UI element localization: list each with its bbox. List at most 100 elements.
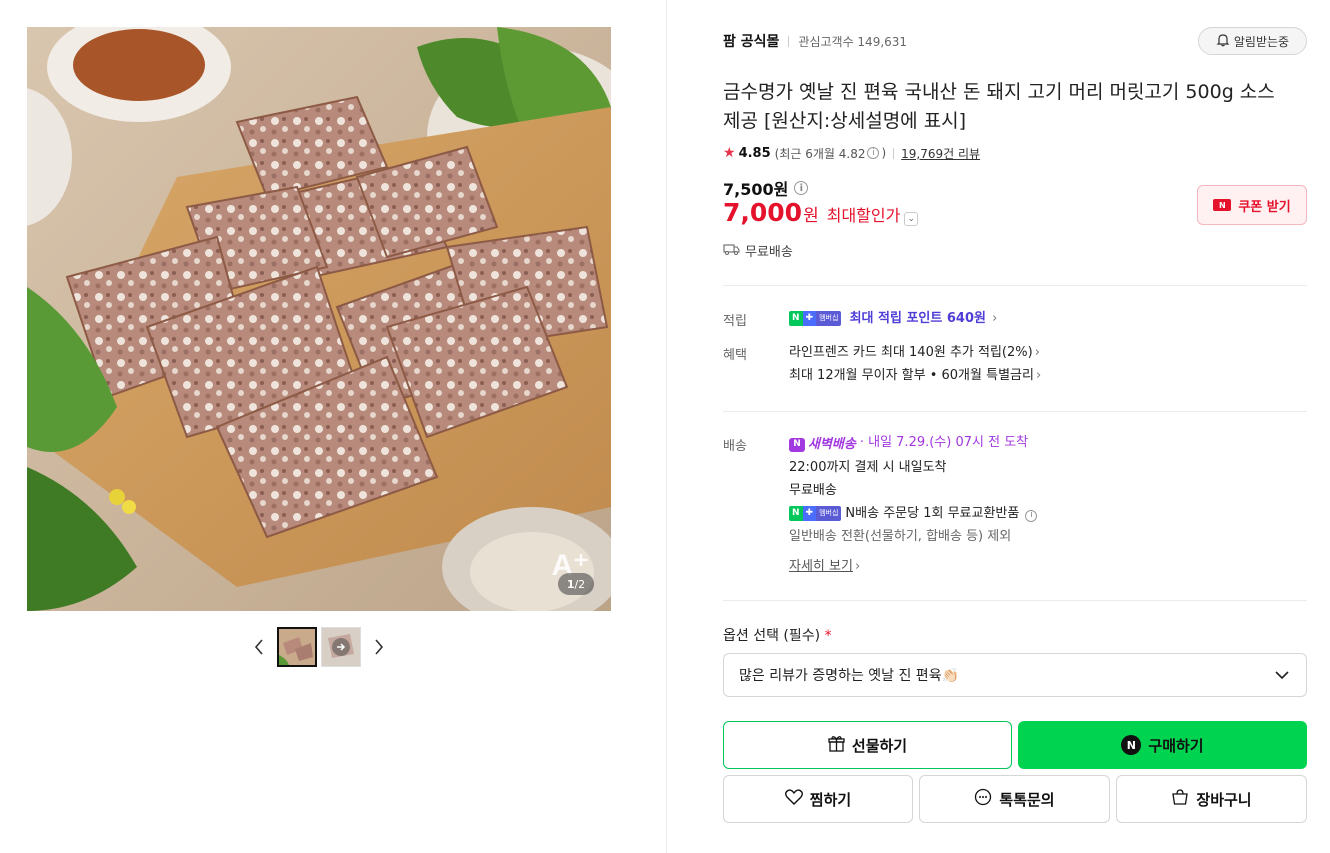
rating-summary: ★ 4.85 (최근 6개월 4.82 i ) 19,769건 리뷰 xyxy=(723,143,980,163)
chevron-right-icon: › xyxy=(1034,345,1040,360)
talktalk-label: 톡톡문의 xyxy=(999,790,1055,809)
max-discount-label[interactable]: 최대할인가 xyxy=(827,202,901,226)
shipping-summary: 무료배송 xyxy=(723,241,793,260)
delivery-detail-link[interactable]: 자세히 보기 xyxy=(789,559,853,574)
wishlist-label: 찜하기 xyxy=(809,790,852,809)
gift-label: 선물하기 xyxy=(851,736,908,755)
image-page-indicator: 1 /2 xyxy=(558,573,594,595)
truck-icon xyxy=(723,243,740,259)
points-label: 적립 xyxy=(723,314,747,329)
page-current: 1 xyxy=(566,577,575,591)
chevron-right-icon: › xyxy=(1035,368,1042,383)
membership-plus: ✚ xyxy=(802,506,817,521)
option-selected-value: 많은 리뷰가 증명하는 옛날 진 편육👏🏻 xyxy=(739,668,960,684)
cart-button[interactable]: 장바구니 xyxy=(1116,775,1307,823)
heart-icon xyxy=(784,789,803,809)
thumbnail-strip xyxy=(27,627,611,667)
star-icon: ★ xyxy=(723,145,736,161)
return-info-icon[interactable]: i xyxy=(1025,509,1038,522)
store-separator xyxy=(788,35,790,47)
product-main-image[interactable]: A⁺ 1 /2 xyxy=(27,27,611,611)
discount-chevron-down-icon[interactable]: ⌄ xyxy=(904,212,919,226)
delivery-detail-row: 자세히 보기 › xyxy=(789,555,1039,578)
delivery-label: 배송 xyxy=(723,439,747,454)
notification-label: 알림받는중 xyxy=(1233,34,1290,49)
free-shipping-text: 무료배송 xyxy=(745,245,793,260)
membership-n: N xyxy=(789,506,803,521)
card-benefit-link[interactable]: 라인프렌즈 카드 최대 140원 추가 적립(2%) › xyxy=(789,341,1041,364)
option-label-text: 옵션 선택 (필수) xyxy=(723,628,821,644)
thumbnail-2[interactable] xyxy=(321,627,361,667)
thumbnail-next-chevron-icon[interactable] xyxy=(369,637,389,657)
divider xyxy=(723,600,1307,601)
price-info-icon[interactable]: i xyxy=(794,181,809,195)
delivery-free: 무료배송 xyxy=(789,483,837,498)
product-title: 금수명가 옛날 진 편육 국내산 돈 돼지 고기 머리 머릿고기 500g 소스… xyxy=(723,81,1275,132)
buy-button[interactable]: N 구매하기 xyxy=(1018,721,1307,769)
membership-text: 멤버십 xyxy=(816,506,842,521)
thumbnail-prev-chevron-icon[interactable] xyxy=(249,637,269,657)
rating-score: 4.85 xyxy=(738,145,771,161)
gift-button[interactable]: 선물하기 xyxy=(723,721,1012,769)
chevron-right-icon: › xyxy=(854,559,861,574)
buy-label: 구매하기 xyxy=(1148,736,1204,755)
chevron-right-icon: › xyxy=(992,311,998,326)
delivery-exception: 일반배송 전환(선물하기, 합배송 등) 제외 xyxy=(789,529,1012,544)
rating-recent-suffix: ) xyxy=(881,146,887,160)
dawn-n-icon: N xyxy=(789,437,805,452)
free-return-row: N ✚ 멤버십 N배송 주문당 1회 무료교환반품 i xyxy=(789,502,1039,525)
required-mark: * xyxy=(824,628,832,644)
delivery-content: N 새벽배송 · 내일 7.29.(수) 07시 전 도착 22:00까지 결제 시… xyxy=(789,431,1039,578)
coupon-button[interactable]: N 쿠폰 받기 xyxy=(1197,185,1307,225)
rating-separator xyxy=(893,147,895,159)
installment-benefit-link[interactable]: 최대 12개월 무이자 할부 • 60개월 특별금리 › xyxy=(789,364,1041,387)
original-price: 7,500원 i xyxy=(723,176,810,200)
product-gallery: A⁺ 1 /2 xyxy=(27,27,611,667)
divider xyxy=(723,285,1307,286)
delivery-cutoff: 22:00까지 결제 시 내일도착 xyxy=(789,460,947,475)
benefit-label: 혜택 xyxy=(723,348,747,363)
thumbnail-1[interactable] xyxy=(277,627,317,667)
installment-benefit-text: 최대 12개월 무이자 할부 • 60개월 특별금리 xyxy=(789,368,1034,383)
dawn-badge-text: 새벽배송 xyxy=(808,437,856,452)
membership-n: N xyxy=(789,311,803,326)
store-fan-count: 관심고객수 149,631 xyxy=(798,34,908,49)
store-header: 팜 공식몰 관심고객수 149,631 알림받는중 xyxy=(723,27,1307,55)
free-return-text: N배송 주문당 1회 무료교환반품 xyxy=(845,506,1020,521)
gift-icon xyxy=(828,735,845,756)
shopping-bag-icon xyxy=(1171,788,1189,810)
store-name[interactable]: 팜 공식몰 xyxy=(723,31,779,51)
wishlist-button[interactable]: 찜하기 xyxy=(723,775,913,823)
max-points-link[interactable]: 최대 적립 포인트 640원 xyxy=(850,311,986,326)
dawn-delivery-badge: N 새벽배송 xyxy=(789,433,856,456)
notification-button[interactable]: 알림받는중 xyxy=(1198,27,1307,55)
review-count-link[interactable]: 19,769건 리뷰 xyxy=(901,145,980,162)
dawn-eta: · 내일 7.29.(수) 07시 전 도착 xyxy=(859,435,1029,450)
points-content: N ✚ 멤버십 최대 적립 포인트 640원 › xyxy=(789,307,997,330)
chat-bubble-icon xyxy=(974,788,992,810)
naver-membership-badge: N ✚ 멤버십 xyxy=(789,506,842,521)
benefit-content: 라인프렌즈 카드 최대 140원 추가 적립(2%) › 최대 12개월 무이자 … xyxy=(789,341,1041,387)
sale-price-unit: 원 xyxy=(803,206,819,226)
talktalk-inquiry-button[interactable]: 톡톡문의 xyxy=(919,775,1110,823)
rating-recent-prefix: (최근 6개월 4.82 xyxy=(774,146,866,161)
sale-price-row: 7,000 원 최대할인가 ⌄ xyxy=(723,198,919,227)
membership-text: 멤버십 xyxy=(816,311,842,326)
membership-plus: ✚ xyxy=(802,311,817,326)
option-label: 옵션 선택 (필수) * xyxy=(723,625,832,645)
original-price-value: 7,500원 xyxy=(723,180,789,199)
option-select[interactable]: 많은 리뷰가 증명하는 옛날 진 편육👏🏻 xyxy=(723,653,1307,697)
pyeonyuk-photo xyxy=(27,27,611,611)
coupon-label: 쿠폰 받기 xyxy=(1238,199,1291,215)
panel-divider xyxy=(666,0,667,853)
card-benefit-text: 라인프렌즈 카드 최대 140원 추가 적립(2%) xyxy=(789,345,1033,360)
naver-pay-icon: N xyxy=(1121,735,1142,755)
divider xyxy=(723,411,1307,412)
dawn-delivery-row: N 새벽배송 · 내일 7.29.(수) 07시 전 도착 xyxy=(789,431,1039,456)
bell-icon xyxy=(1216,33,1230,50)
naver-coupon-icon: N xyxy=(1213,199,1232,211)
rating-info-icon[interactable]: i xyxy=(867,147,880,159)
naver-membership-badge: N ✚ 멤버십 xyxy=(789,311,842,326)
page-total: /2 xyxy=(574,577,586,591)
sale-price-value: 7,000 xyxy=(723,198,803,227)
